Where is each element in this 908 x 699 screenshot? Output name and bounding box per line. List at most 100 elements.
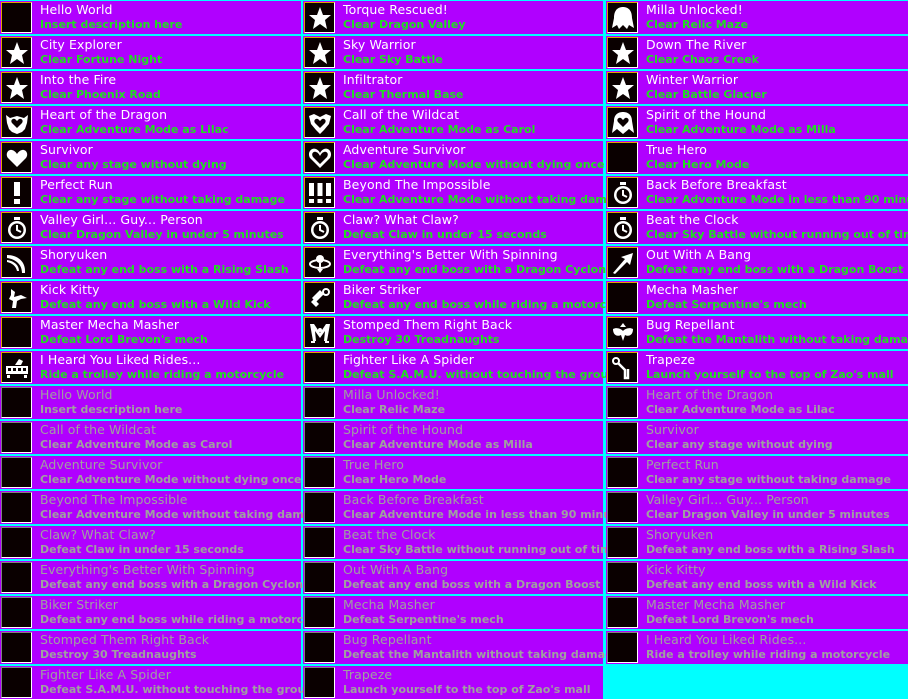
achievement-locked[interactable]: Milla Unlocked! Clear Relic Maze: [303, 386, 603, 419]
blank-icon: [607, 282, 638, 313]
triple-exclamation-icon-glyph: [308, 182, 331, 203]
achievement-locked[interactable]: Mecha Masher Defeat Serpentine's mech: [303, 596, 603, 629]
achievement-locked[interactable]: True Hero Clear Hero Mode: [303, 456, 603, 489]
achievement-unlocked[interactable]: Beat the Clock Clear Sky Battle without r…: [606, 211, 908, 244]
achievement-unlocked[interactable]: Mecha Masher Defeat Serpentine's mech: [606, 281, 908, 314]
achievement-locked[interactable]: Beat the Clock Clear Sky Battle without r…: [303, 526, 619, 559]
achievement-description: Defeat any end boss with a Dragon Boost: [646, 263, 904, 276]
achievement-title: Perfect Run: [646, 457, 719, 472]
achievement-unlocked[interactable]: Master Mecha Masher Defeat Lord Brevon's …: [0, 316, 301, 349]
achievement-locked[interactable]: Call of the Wildcat Clear Adventure Mode …: [0, 421, 301, 454]
achievement-title: Into the Fire: [40, 72, 117, 87]
achievement-locked[interactable]: Shoryuken Defeat any end boss with a Risi…: [606, 526, 908, 559]
heart-outline-icon-glyph: [308, 148, 331, 168]
bug-icon-glyph: [612, 322, 633, 341]
achievement-locked[interactable]: Biker Striker Defeat any end boss while r…: [0, 596, 328, 629]
achievement-description: Clear Adventure Mode as Lilac: [40, 123, 229, 136]
star-icon: [1, 37, 32, 68]
achievement-title: Master Mecha Masher: [40, 317, 180, 332]
achievement-title: Everything's Better With Spinning: [40, 562, 255, 577]
achievement-locked[interactable]: Everything's Better With Spinning Defeat …: [0, 561, 311, 594]
achievement-title: Mecha Masher: [646, 282, 738, 297]
achievement-unlocked[interactable]: Stomped Them Right Back Destroy 30 Treadn…: [303, 316, 603, 349]
slash-icon: [1, 247, 32, 278]
locked-icon: [607, 632, 638, 663]
achievement-title: Shoryuken: [40, 247, 108, 262]
achievement-locked[interactable]: Spirit of the Hound Clear Adventure Mode …: [303, 421, 603, 454]
achievement-title: Biker Striker: [343, 282, 422, 297]
locked-icon: [607, 492, 638, 523]
achievement-unlocked[interactable]: Fighter Like A Spider Defeat S.A.M.U. wit…: [303, 351, 624, 384]
locked-icon: [1, 492, 32, 523]
achievement-unlocked[interactable]: True Hero Clear Hero Mode: [606, 141, 908, 174]
achievement-title: Bug Repellant: [646, 317, 735, 332]
achievement-description: Destroy 30 Treadnaughts: [343, 333, 500, 346]
achievement-locked[interactable]: Valley Girl... Guy... Person Clear Dragon…: [606, 491, 908, 524]
achievement-unlocked[interactable]: Beyond The Impossible Clear Adventure Mod…: [303, 176, 630, 209]
locked-icon: [607, 527, 638, 558]
achievement-locked[interactable]: Survivor Clear any stage without dying: [606, 421, 908, 454]
achievement-locked[interactable]: Perfect Run Clear any stage without takin…: [606, 456, 908, 489]
achievement-title: Hello World: [40, 387, 113, 402]
achievement-unlocked[interactable]: Sky Warrior Clear Sky Battle: [303, 36, 603, 69]
star-icon: [304, 37, 335, 68]
stopwatch-icon-glyph: [613, 216, 632, 239]
achievement-unlocked[interactable]: Shoryuken Defeat any end boss with a Risi…: [0, 246, 301, 279]
achievement-unlocked[interactable]: Trapeze Launch yourself to the top of Zao…: [606, 351, 908, 384]
exclamation-icon: [1, 177, 32, 208]
achievement-unlocked[interactable]: Biker Striker Defeat any end boss while r…: [303, 281, 631, 314]
achievement-title: Valley Girl... Guy... Person: [646, 492, 809, 507]
dragon-heart-icon-glyph: [5, 114, 28, 134]
achievement-unlocked[interactable]: Kick Kitty Defeat any end boss with a Wil…: [0, 281, 301, 314]
achievement-title: Heart of the Dragon: [646, 387, 774, 402]
achievement-locked[interactable]: Adventure Survivor Clear Adventure Mode w…: [0, 456, 302, 489]
achievement-locked[interactable]: Kick Kitty Defeat any end boss with a Wil…: [606, 561, 908, 594]
achievement-description: Destroy 30 Treadnaughts: [40, 648, 197, 661]
locked-icon: [1, 422, 32, 453]
achievement-unlocked[interactable]: Winter Warrior Clear Battle Glacier: [606, 71, 908, 104]
locked-icon: [1, 562, 32, 593]
achievement-locked[interactable]: Hello World Insert description here: [0, 386, 301, 419]
achievement-locked[interactable]: I Heard You Liked Rides... Ride a trolley…: [606, 631, 908, 664]
achievement-unlocked[interactable]: I Heard You Liked Rides... Ride a trolley…: [0, 351, 301, 384]
achievement-description: Defeat any end boss while riding a motor…: [40, 613, 329, 626]
achievement-unlocked[interactable]: Perfect Run Clear any stage without takin…: [0, 176, 301, 209]
achievement-unlocked[interactable]: Out With A Bang Defeat any end boss with …: [606, 246, 908, 279]
achievement-unlocked[interactable]: Hello World Insert description here: [0, 1, 301, 34]
achievement-unlocked[interactable]: Torque Rescued! Clear Dragon Valley: [303, 1, 603, 34]
locked-icon: [607, 562, 638, 593]
achievement-unlocked[interactable]: Claw? What Claw? Defeat Claw in under 15 …: [303, 211, 603, 244]
achievement-locked[interactable]: Out With A Bang Defeat any end boss with …: [303, 561, 603, 594]
achievement-locked[interactable]: Back Before Breakfast Clear Adventure Mod…: [303, 491, 630, 524]
achievement-unlocked[interactable]: Everything's Better With Spinning Defeat …: [303, 246, 614, 279]
achievement-locked[interactable]: Heart of the Dragon Clear Adventure Mode …: [606, 386, 908, 419]
achievement-locked[interactable]: Claw? What Claw? Defeat Claw in under 15 …: [0, 526, 301, 559]
achievement-unlocked[interactable]: Spirit of the Hound Clear Adventure Mode …: [606, 106, 908, 139]
achievement-unlocked[interactable]: Heart of the Dragon Clear Adventure Mode …: [0, 106, 301, 139]
achievement-locked[interactable]: Beyond The Impossible Clear Adventure Mod…: [0, 491, 327, 524]
achievement-unlocked[interactable]: Survivor Clear any stage without dying: [0, 141, 301, 174]
heart-outline-icon: [304, 142, 335, 173]
stopwatch-icon: [607, 177, 638, 208]
achievement-title: Heart of the Dragon: [40, 107, 168, 122]
achievement-unlocked[interactable]: Bug Repellant Defeat the Mantalith withou…: [606, 316, 908, 349]
achievement-unlocked[interactable]: Adventure Survivor Clear Adventure Mode w…: [303, 141, 605, 174]
achievement-title: Perfect Run: [40, 177, 113, 192]
trapeze-icon-glyph: [611, 356, 629, 379]
achievement-locked[interactable]: Trapeze Launch yourself to the top of Zao…: [303, 666, 603, 699]
achievement-unlocked[interactable]: Milla Unlocked! Clear Relic Maze: [606, 1, 908, 34]
achievement-unlocked[interactable]: City Explorer Clear Fortune Night: [0, 36, 301, 69]
achievement-unlocked[interactable]: Infiltrator Clear Thermal Base: [303, 71, 603, 104]
achievement-locked[interactable]: Bug Repellant Defeat the Mantalith withou…: [303, 631, 620, 664]
achievement-locked[interactable]: Stomped Them Right Back Destroy 30 Treadn…: [0, 631, 301, 664]
achievement-description: Defeat any end boss while riding a motor…: [343, 298, 632, 311]
achievement-unlocked[interactable]: Down The River Clear Chaos Creek: [606, 36, 908, 69]
achievement-unlocked[interactable]: Valley Girl... Guy... Person Clear Dragon…: [0, 211, 301, 244]
star-icon-glyph: [308, 41, 331, 64]
achievement-locked[interactable]: Master Mecha Masher Defeat Lord Brevon's …: [606, 596, 908, 629]
achievement-unlocked[interactable]: Into the Fire Clear Phoenix Road: [0, 71, 301, 104]
achievement-locked[interactable]: Fighter Like A Spider Defeat S.A.M.U. wit…: [0, 666, 321, 699]
achievement-unlocked[interactable]: Call of the Wildcat Clear Adventure Mode …: [303, 106, 603, 139]
locked-icon: [1, 632, 32, 663]
achievement-unlocked[interactable]: Back Before Breakfast Clear Adventure Mod…: [606, 176, 908, 209]
